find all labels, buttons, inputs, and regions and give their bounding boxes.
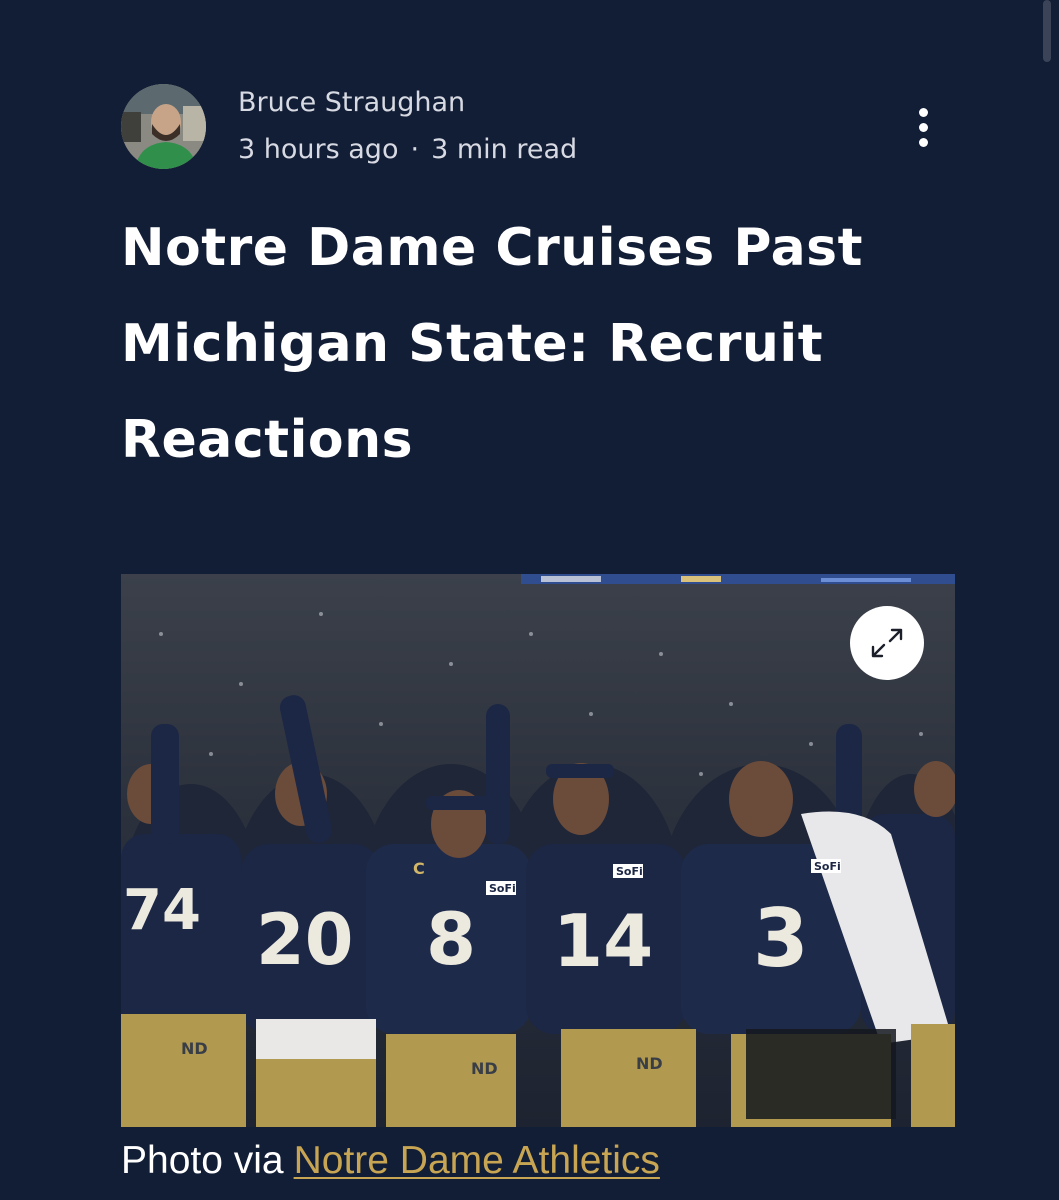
svg-text:8: 8 — [426, 897, 476, 981]
team-celebration-image: 74 20 8 14 3 SoFi SoFi SoFi C ND ND ND — [121, 574, 955, 1127]
svg-text:3: 3 — [753, 892, 809, 985]
author-avatar[interactable] — [121, 84, 206, 169]
author-name[interactable]: Bruce Straughan — [238, 86, 577, 120]
meta-separator: · — [410, 134, 420, 165]
article-title: Notre Dame Cruises Past Michigan State: … — [121, 218, 863, 470]
caption-prefix: Photo via — [121, 1139, 284, 1182]
svg-text:SoFi: SoFi — [489, 882, 516, 895]
article-photo[interactable]: 74 20 8 14 3 SoFi SoFi SoFi C ND ND ND — [121, 574, 955, 1127]
post-time: 3 hours ago — [238, 134, 399, 165]
caption-source-link[interactable]: Notre Dame Athletics — [294, 1139, 660, 1182]
svg-text:20: 20 — [256, 899, 353, 981]
photo-caption: Photo via Notre Dame Athletics — [121, 1138, 660, 1184]
read-time: 3 min read — [431, 134, 578, 165]
svg-text:SoFi: SoFi — [814, 860, 841, 873]
svg-text:ND: ND — [471, 1059, 498, 1078]
svg-text:ND: ND — [181, 1039, 208, 1058]
svg-text:C: C — [413, 859, 425, 878]
expand-icon — [871, 628, 903, 658]
svg-text:SoFi: SoFi — [616, 865, 643, 878]
post-meta: 3 hours ago · 3 min read — [238, 133, 577, 167]
svg-text:14: 14 — [553, 899, 653, 983]
svg-text:74: 74 — [123, 878, 201, 943]
svg-text:ND: ND — [636, 1054, 663, 1073]
more-options-button[interactable] — [906, 104, 942, 152]
author-row: Bruce Straughan 3 hours ago · 3 min read — [121, 84, 941, 174]
expand-image-button[interactable] — [850, 606, 924, 680]
avatar-image — [121, 84, 206, 169]
scrollbar[interactable] — [1043, 0, 1051, 62]
author-meta: Bruce Straughan 3 hours ago · 3 min read — [238, 86, 577, 167]
